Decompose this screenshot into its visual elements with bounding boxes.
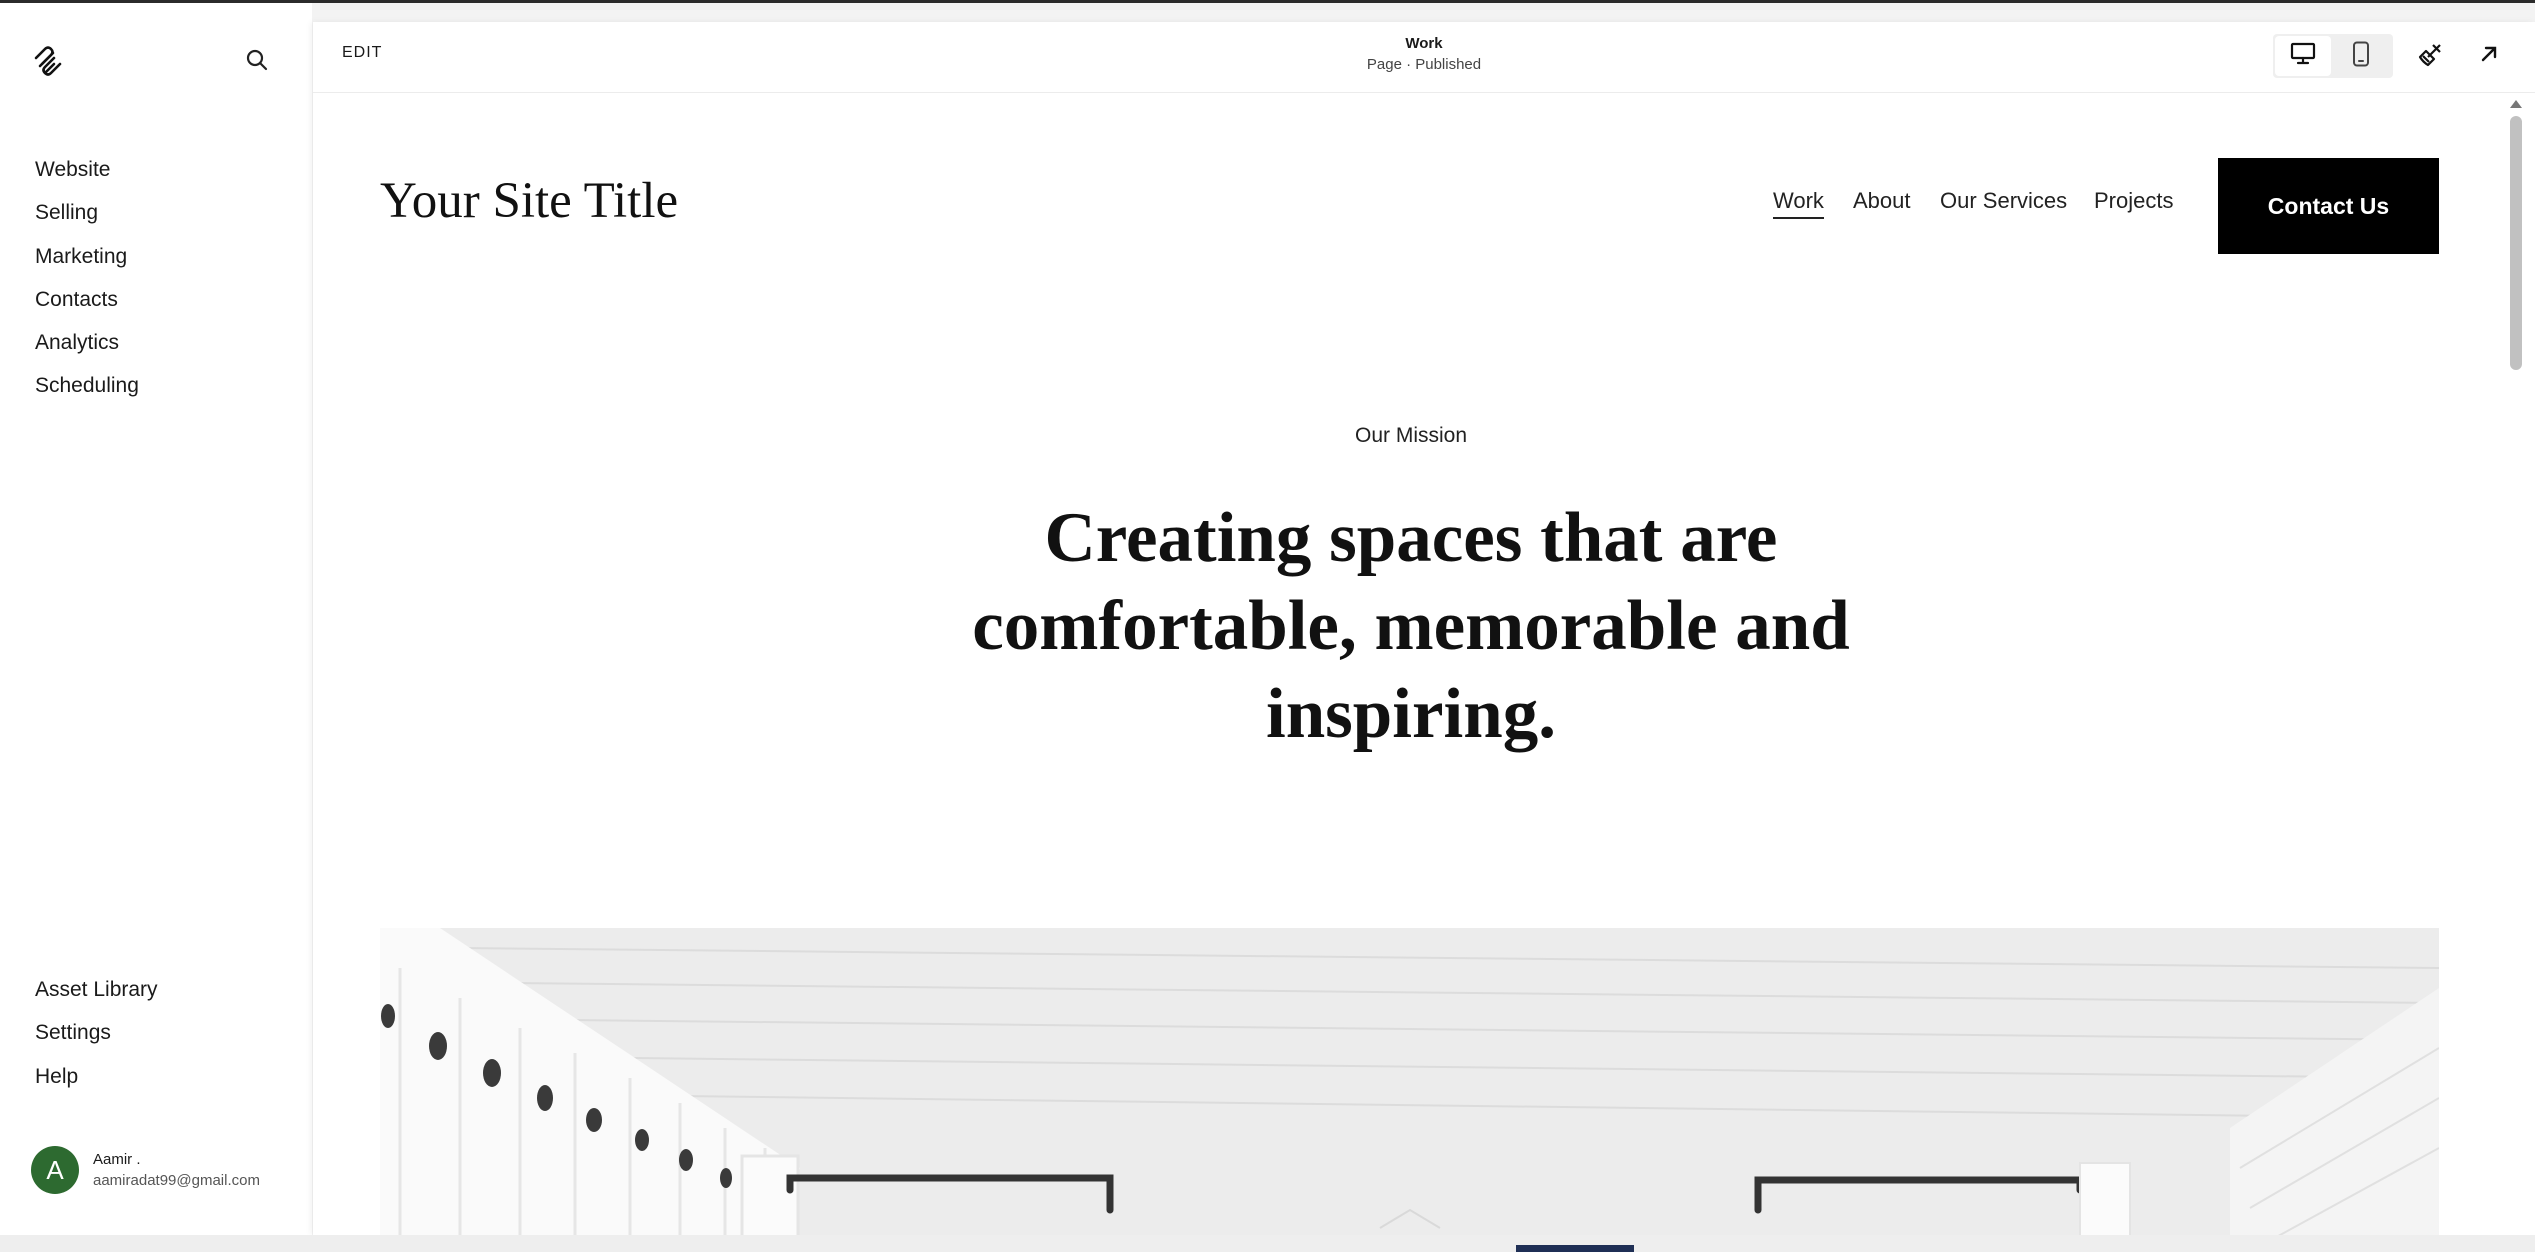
- account-menu[interactable]: A Aamir . aamiradat99@gmail.com: [31, 1144, 260, 1196]
- room-photo-illustration: [380, 928, 2439, 1235]
- section-eyebrow: Our Mission: [1354, 424, 1468, 447]
- editor-toolbar: EDIT Work Page · Published: [313, 22, 2535, 93]
- editor-frame: EDIT Work Page · Published Your Site Tit…: [313, 22, 2535, 1235]
- headline-line: inspiring.: [1265, 675, 1557, 753]
- mobile-icon: [2352, 41, 2370, 72]
- search-icon[interactable]: [244, 47, 270, 73]
- arrow-up-right-icon: [2478, 43, 2500, 70]
- site-nav-work[interactable]: Work: [1773, 188, 1824, 219]
- sidebar: Website Selling Marketing Contacts Analy…: [0, 3, 312, 1235]
- sidebar-item-analytics[interactable]: Analytics: [35, 328, 139, 371]
- sidebar-item-settings[interactable]: Settings: [35, 1018, 158, 1061]
- sidebar-item-selling[interactable]: Selling: [35, 198, 139, 241]
- device-view-toggle: [2273, 34, 2393, 78]
- sidebar-item-scheduling[interactable]: Scheduling: [35, 371, 139, 414]
- bottom-bar: [0, 1235, 2535, 1252]
- hero-image[interactable]: [380, 928, 2439, 1235]
- account-info: Aamir . aamiradat99@gmail.com: [93, 1150, 260, 1191]
- hero-headline: Creating spaces that are comfortable, me…: [861, 494, 1961, 758]
- contact-us-button[interactable]: Contact Us: [2218, 158, 2439, 254]
- page-title: Work: [1405, 35, 1443, 52]
- headline-line: Creating spaces that are: [1044, 499, 1778, 577]
- sidebar-nav: Website Selling Marketing Contacts Analy…: [35, 155, 139, 415]
- desktop-icon: [2290, 42, 2316, 71]
- page-status: Page · Published: [1366, 56, 1482, 73]
- sidebar-bottom-nav: Asset Library Settings Help: [35, 975, 158, 1105]
- exit-editor-button[interactable]: [2467, 34, 2511, 78]
- avatar: A: [31, 1146, 79, 1194]
- site-nav-projects[interactable]: Projects: [2094, 188, 2173, 214]
- site-title[interactable]: Your Site Title: [380, 172, 678, 230]
- scroll-up-arrow-icon[interactable]: [2510, 100, 2522, 108]
- user-email: aamiradat99@gmail.com: [93, 1171, 260, 1189]
- paintbrush-icon: [2417, 40, 2445, 73]
- mobile-view-button[interactable]: [2333, 34, 2389, 78]
- window-top-edge: [0, 0, 2535, 3]
- site-nav-our-services[interactable]: Our Services: [1940, 188, 2067, 214]
- desktop-view-button[interactable]: [2275, 36, 2331, 76]
- site-styles-button[interactable]: [2409, 34, 2453, 78]
- headline-line: comfortable, memorable and: [972, 587, 1850, 665]
- bottom-tab-indicator: [1516, 1245, 1634, 1252]
- site-nav-about[interactable]: About: [1853, 188, 1911, 214]
- scrollbar-thumb[interactable]: [2510, 116, 2522, 370]
- sidebar-item-contacts[interactable]: Contacts: [35, 285, 139, 328]
- sidebar-item-marketing[interactable]: Marketing: [35, 242, 139, 285]
- sidebar-item-asset-library[interactable]: Asset Library: [35, 975, 158, 1018]
- squarespace-logo-icon[interactable]: [32, 45, 64, 77]
- sidebar-item-help[interactable]: Help: [35, 1062, 158, 1105]
- user-name: Aamir .: [93, 1150, 141, 1168]
- site-preview: Your Site Title Work About Our Services …: [313, 94, 2509, 1235]
- sidebar-item-website[interactable]: Website: [35, 155, 139, 198]
